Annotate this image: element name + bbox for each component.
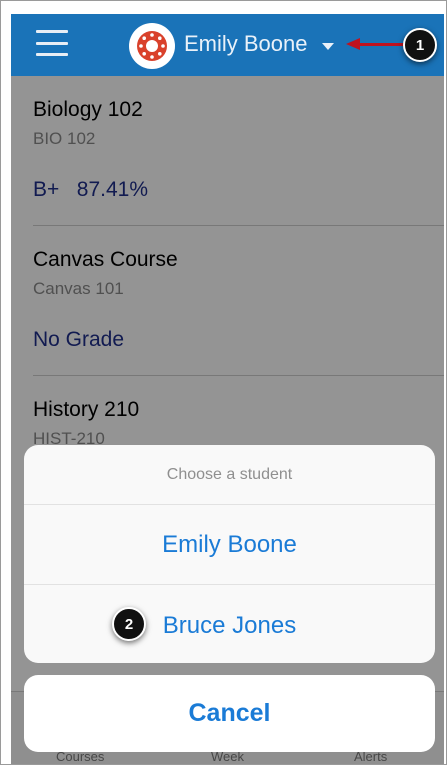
choose-student-action-sheet: Choose a student Emily Boone Bruce Jones (24, 445, 435, 663)
cancel-button[interactable]: Cancel (24, 675, 435, 752)
annotation-arrow (359, 43, 405, 46)
annotation-arrow-head-icon (346, 38, 360, 50)
student-name-dropdown[interactable]: Emily Boone (184, 31, 308, 57)
canvas-logo-icon[interactable] (129, 23, 175, 69)
caret-down-icon[interactable] (322, 43, 334, 50)
student-option-bruce-jones[interactable]: Bruce Jones (24, 586, 435, 663)
app-screen: Biology 102 BIO 102 B+ 87.41% Canvas Cou… (0, 0, 447, 765)
hamburger-menu-icon[interactable] (36, 30, 68, 56)
callout-badge-1: 1 (403, 28, 437, 62)
student-option-emily-boone[interactable]: Emily Boone (24, 506, 435, 585)
action-sheet-title: Choose a student (24, 445, 435, 505)
callout-badge-2: 2 (112, 607, 146, 641)
